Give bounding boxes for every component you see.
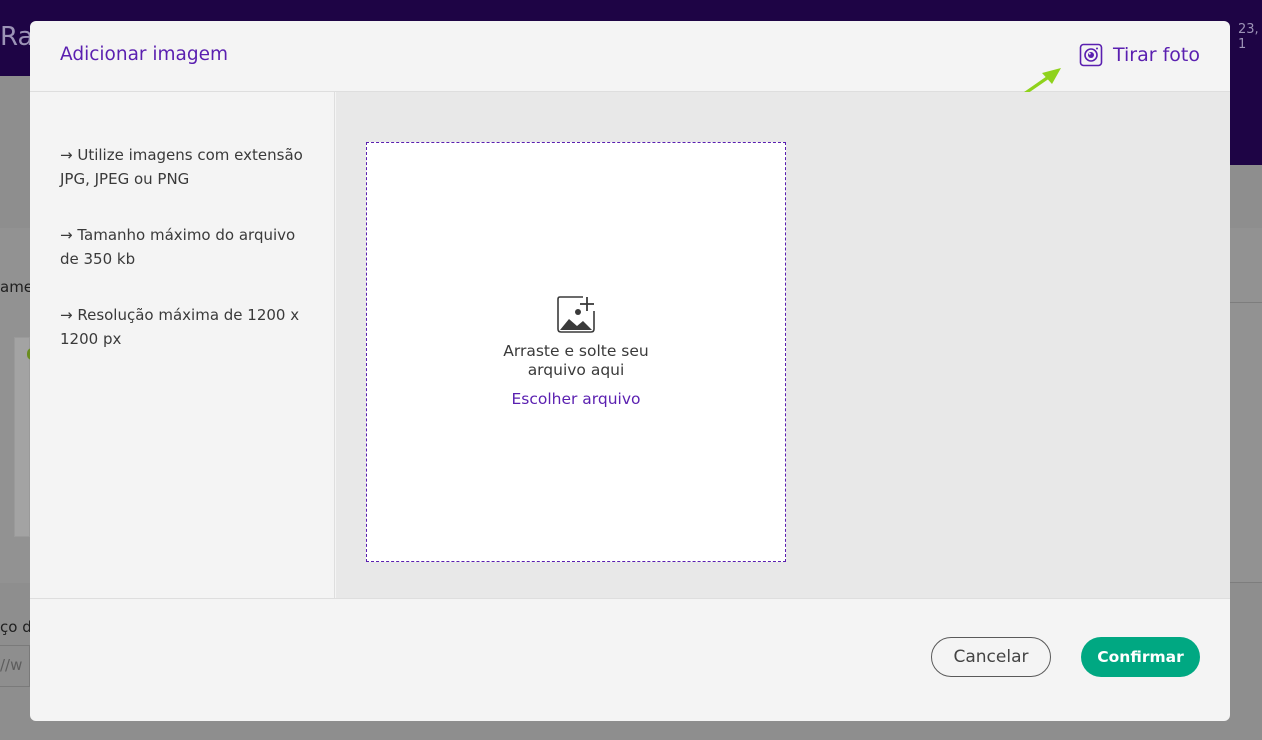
modal-footer: Cancelar Confirmar — [30, 598, 1230, 721]
background-label: ame — [0, 278, 34, 296]
dropzone-instructions: Arraste e solte seu arquivo aqui — [367, 342, 785, 380]
background-thumbnail — [14, 337, 37, 537]
dropzone-text-line: arquivo aqui — [527, 361, 625, 379]
choose-file-link[interactable]: Escolher arquivo — [367, 390, 785, 408]
file-dropzone[interactable]: Arraste e solte seu arquivo aqui Escolhe… — [366, 142, 786, 562]
camera-icon — [1079, 43, 1103, 67]
drop-area: Arraste e solte seu arquivo aqui Escolhe… — [336, 92, 1230, 598]
background-title: Ra — [0, 22, 34, 52]
background-header-text: 23, 1 — [1238, 22, 1259, 52]
background-header-extension — [1230, 76, 1262, 165]
guideline-file-types: → Utilize imagens com extensão JPG, JPEG… — [60, 146, 303, 188]
take-photo-label: Tirar foto — [1113, 44, 1200, 66]
confirm-button[interactable]: Confirmar — [1081, 637, 1200, 677]
guideline-file-size: → Tamanho máximo do arquivo de 350 kb — [60, 226, 296, 268]
add-image-icon — [557, 296, 595, 333]
background-divider — [1230, 302, 1262, 303]
background-input-text: //w — [0, 656, 23, 674]
add-image-modal: Adicionar imagem Tirar foto → Utilize im… — [30, 21, 1230, 721]
background-label: ço d — [0, 618, 32, 636]
upload-guidelines: → Utilize imagens com extensão JPG, JPEG… — [30, 92, 335, 598]
take-photo-button[interactable]: Tirar foto — [1079, 43, 1200, 67]
modal-body: → Utilize imagens com extensão JPG, JPEG… — [30, 92, 1230, 598]
modal-title: Adicionar imagem — [60, 44, 229, 65]
background-divider — [1230, 582, 1262, 583]
guideline-resolution: → Resolução máxima de 1200 x 1200 px — [60, 306, 300, 348]
dropzone-text-line: Arraste e solte seu — [503, 342, 649, 360]
cancel-button[interactable]: Cancelar — [931, 637, 1051, 677]
